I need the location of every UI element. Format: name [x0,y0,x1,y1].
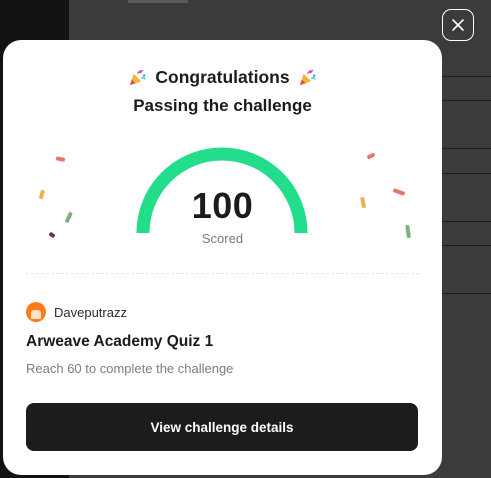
score-label: Scored [201,231,244,246]
background-divider [440,293,491,294]
view-challenge-details-button[interactable]: View challenge details [26,403,418,451]
challenge-title: Arweave Academy Quiz 1 [26,333,214,350]
score-value: 100 [191,185,254,226]
author-name: Daveputrazz [54,304,127,320]
section-divider [26,273,419,274]
background-topbar [128,0,188,3]
background-divider [440,148,491,149]
background-divider [440,100,491,101]
close-button[interactable] [442,9,474,41]
background-divider [440,245,491,246]
challenge-result-modal: Congratulations Passing the challenge 10… [3,40,442,475]
challenge-author[interactable]: Daveputrazz [26,302,127,322]
background-divider [440,76,491,77]
background-divider [440,221,491,222]
close-icon [452,19,464,31]
background-divider [440,173,491,174]
challenge-description: Reach 60 to complete the challenge [26,361,234,376]
avatar [26,302,46,322]
